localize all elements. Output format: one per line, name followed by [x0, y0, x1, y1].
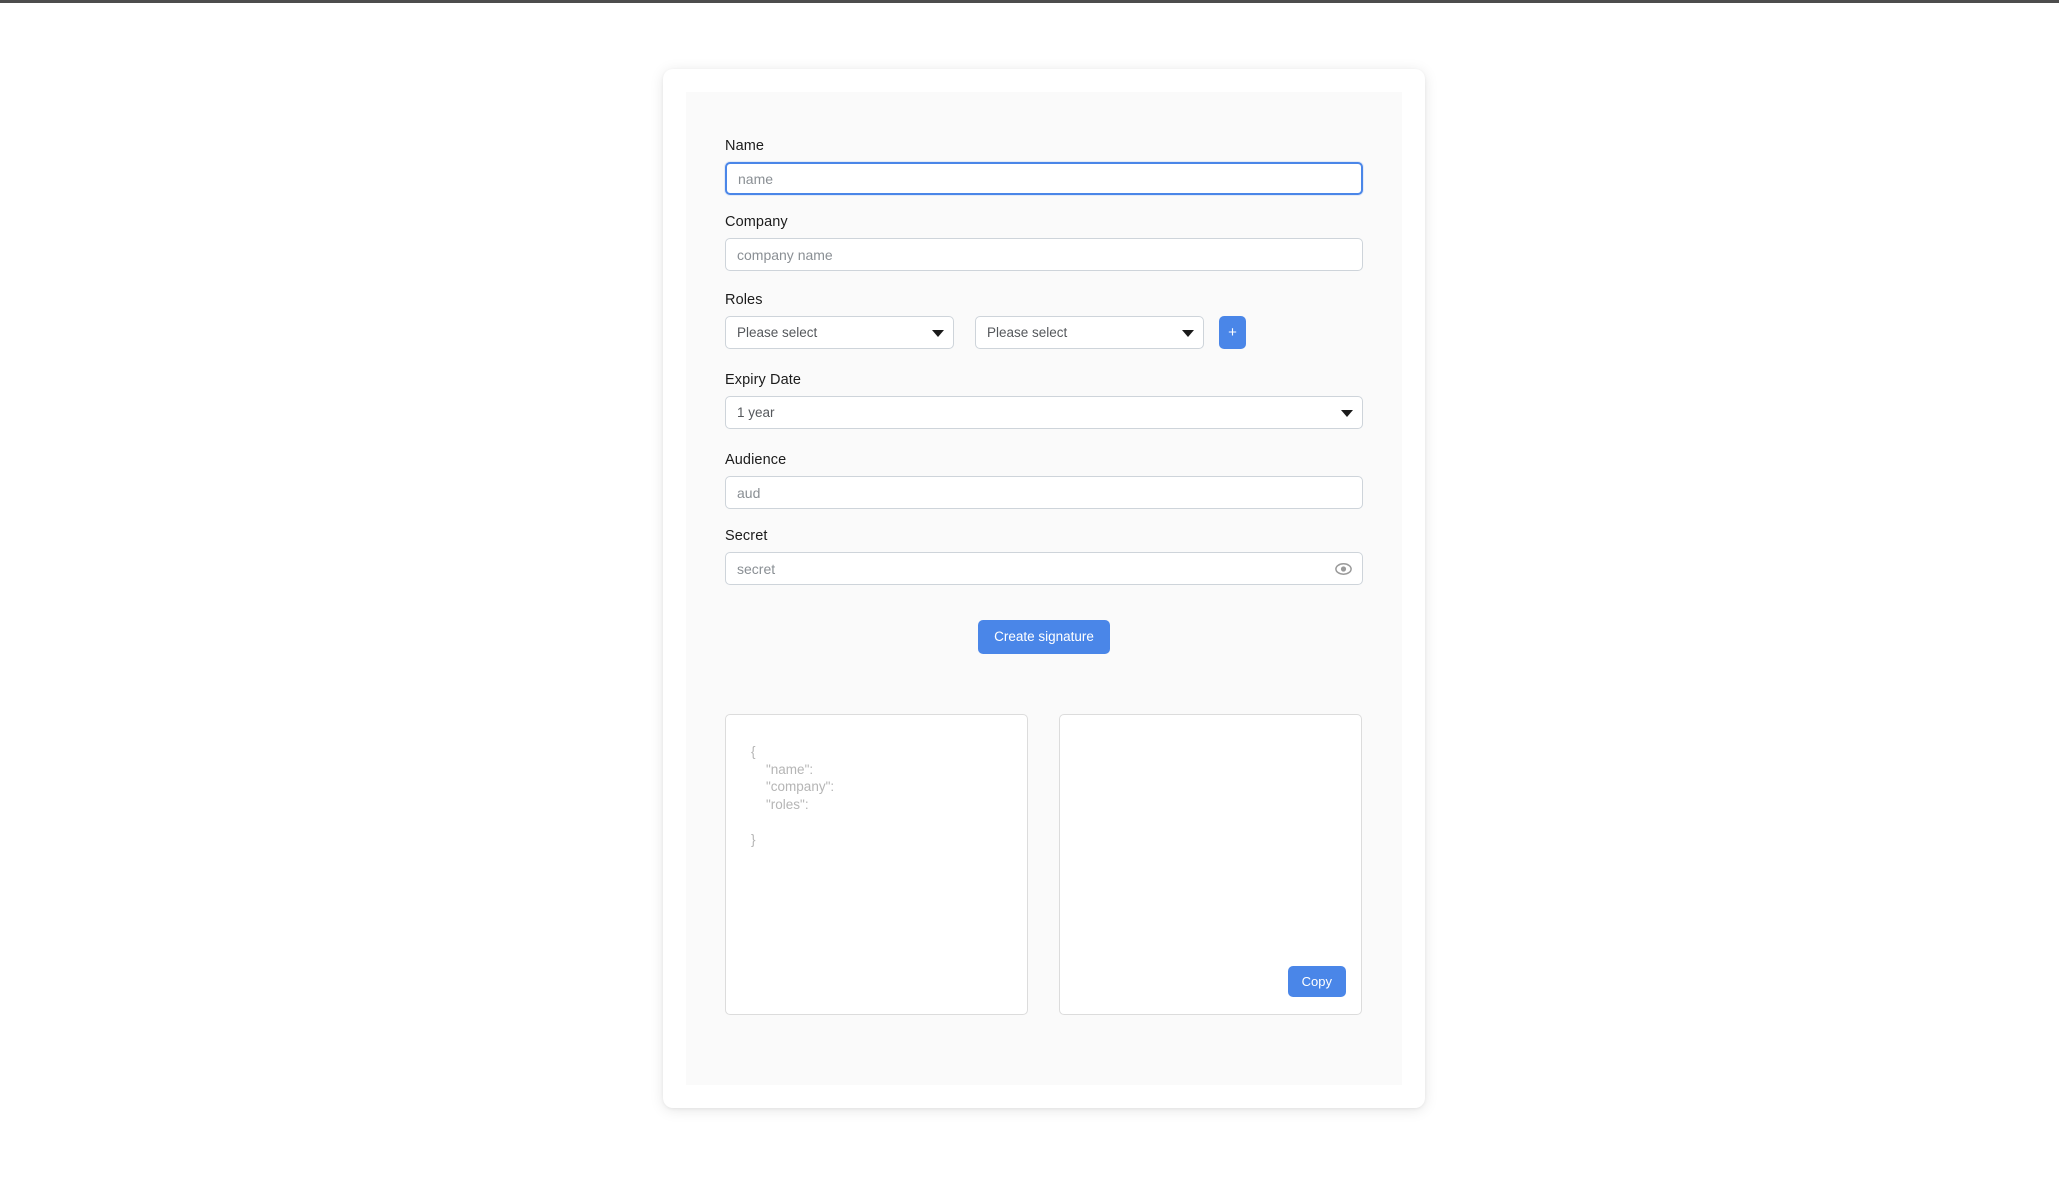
- create-signature-button[interactable]: Create signature: [978, 620, 1110, 654]
- signature-form: Name Company Roles Please select: [725, 137, 1363, 1015]
- label-company: Company: [725, 214, 788, 230]
- payload-preview-text: { "name": "company": "roles": }: [751, 744, 835, 847]
- signature-generator-card: Name Company Roles Please select: [663, 69, 1425, 1108]
- copy-button[interactable]: Copy: [1287, 966, 1346, 997]
- audience-input[interactable]: [725, 476, 1363, 509]
- field-audience: Audience: [725, 451, 1363, 509]
- field-roles: Roles Please select Please select +: [725, 291, 1363, 349]
- create-signature-row: Create signature: [725, 620, 1363, 654]
- signature-output-text: [1060, 715, 1361, 743]
- field-expiry-date: Expiry Date 1 year: [725, 371, 1363, 429]
- secret-input-wrapper: [725, 552, 1363, 585]
- label-roles: Roles: [725, 292, 763, 308]
- expiry-select[interactable]: 1 year: [725, 396, 1363, 429]
- add-role-button[interactable]: +: [1219, 316, 1246, 349]
- field-secret: Secret: [725, 527, 1363, 585]
- page-background: Name Company Roles Please select: [0, 3, 2059, 1193]
- field-name: Name: [725, 137, 1363, 195]
- secret-input[interactable]: [725, 552, 1363, 585]
- expiry-select-wrapper[interactable]: 1 year: [725, 396, 1363, 429]
- form-panel: Name Company Roles Please select: [686, 92, 1402, 1085]
- company-input[interactable]: [725, 238, 1363, 271]
- role-select-1[interactable]: Please select: [725, 316, 954, 349]
- role-select-1-wrapper[interactable]: Please select: [725, 316, 954, 349]
- label-expiry-date: Expiry Date: [725, 372, 802, 388]
- signature-output-panel: Copy: [1059, 714, 1362, 1015]
- name-input[interactable]: [725, 162, 1363, 195]
- output-panels: { "name": "company": "roles": } Copy: [725, 714, 1363, 1015]
- roles-row: Please select Please select +: [725, 316, 1363, 349]
- role-select-2[interactable]: Please select: [975, 316, 1204, 349]
- field-company: Company: [725, 213, 1363, 271]
- label-audience: Audience: [725, 452, 787, 468]
- label-secret: Secret: [725, 528, 768, 544]
- eye-icon[interactable]: [1335, 562, 1352, 576]
- payload-preview-panel: { "name": "company": "roles": }: [725, 714, 1028, 1015]
- role-select-2-wrapper[interactable]: Please select: [975, 316, 1204, 349]
- label-name: Name: [725, 138, 765, 154]
